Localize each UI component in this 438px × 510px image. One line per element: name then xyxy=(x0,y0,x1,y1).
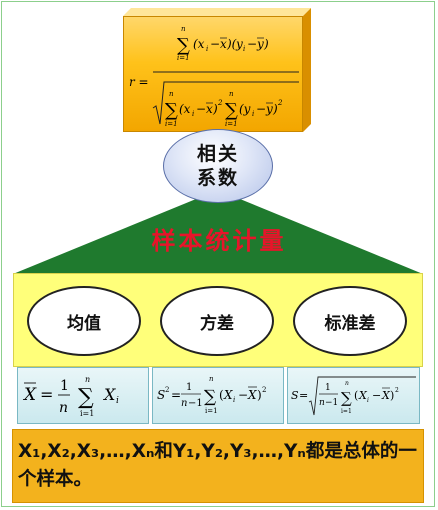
sample-statistics-title: 样本统计量 xyxy=(151,227,287,255)
svg-text:−: − xyxy=(372,389,381,402)
variance-oval: 方差 xyxy=(160,286,274,356)
svg-text:=: = xyxy=(171,388,181,402)
svg-text:(: ( xyxy=(219,388,224,402)
standard-deviation-formula-box: S = 1 n −1 n ∑ i=1 ( X i − X ) 2 xyxy=(287,367,420,424)
svg-text:=: = xyxy=(40,385,53,404)
svg-text:X: X xyxy=(102,385,116,404)
correlation-coefficient-ellipse: 相关系数 xyxy=(163,129,273,203)
svg-text:S: S xyxy=(291,389,299,402)
formula-lhs: r = xyxy=(129,75,149,89)
svg-text:i: i xyxy=(192,110,194,118)
svg-text:(x: (x xyxy=(193,37,205,51)
standard-deviation-formula: S = 1 n −1 n ∑ i=1 ( X i − X ) 2 xyxy=(291,376,416,416)
svg-text:i=1: i=1 xyxy=(225,120,238,128)
svg-text:2: 2 xyxy=(395,387,399,394)
mean-formula-box: X = 1 n n ∑ i=1 X i xyxy=(17,367,149,424)
svg-text:∑: ∑ xyxy=(78,385,94,410)
svg-text:∑: ∑ xyxy=(225,100,238,121)
svg-text:x: x xyxy=(206,102,213,116)
svg-text:X: X xyxy=(247,388,257,402)
svg-text:x: x xyxy=(220,37,227,51)
svg-text:∑: ∑ xyxy=(177,35,190,56)
svg-text:i=1: i=1 xyxy=(341,408,352,415)
correlation-label: 相关系数 xyxy=(196,143,239,189)
svg-text:n: n xyxy=(85,375,90,384)
svg-text:(: ( xyxy=(354,389,358,402)
sample-statement: X₁,X₂,X₃,…,Xₙ和Y₁,Y₂,Y₃,…,Yₙ都是总体的一个样本。 xyxy=(18,441,417,490)
svg-text:−1: −1 xyxy=(188,398,203,409)
mean-formula: X = 1 n n ∑ i=1 X i xyxy=(22,375,119,418)
svg-text:∑: ∑ xyxy=(165,100,178,121)
svg-text:n: n xyxy=(169,90,174,98)
svg-text:i=1: i=1 xyxy=(80,409,94,418)
mean-oval: 均值 xyxy=(27,286,141,356)
svg-text:2: 2 xyxy=(165,386,169,394)
svg-text:−: − xyxy=(238,388,248,402)
variance-formula: S 2 = 1 n −1 n ∑ i=1 ( X i − X ) 2 xyxy=(157,375,266,415)
pearson-formula-box: r = n ∑ i=1 (x i − x )( y i − y ) n ∑ i=… xyxy=(123,8,309,132)
svg-text:(x: (x xyxy=(179,102,191,116)
svg-text:2: 2 xyxy=(277,99,283,107)
sum-lower: i=1 xyxy=(177,54,190,62)
svg-text:∑: ∑ xyxy=(204,387,216,407)
svg-text:): ) xyxy=(257,388,262,402)
svg-text:1: 1 xyxy=(325,383,331,393)
svg-text:1: 1 xyxy=(60,378,69,394)
svg-text:n: n xyxy=(209,375,214,383)
svg-text:n: n xyxy=(181,398,187,409)
svg-text:X: X xyxy=(22,385,37,405)
svg-text:i=1: i=1 xyxy=(205,407,218,415)
svg-text:y: y xyxy=(235,37,243,51)
svg-text:∑: ∑ xyxy=(341,389,352,407)
svg-text:−: − xyxy=(247,37,257,51)
svg-text:−: − xyxy=(196,102,206,116)
svg-text:): ) xyxy=(263,37,269,51)
svg-text:2: 2 xyxy=(262,386,266,394)
svg-text:=: = xyxy=(299,389,308,402)
svg-text:−1: −1 xyxy=(325,398,338,408)
pearson-formula: r = n ∑ i=1 (x i − x )( y i − y ) n ∑ i=… xyxy=(123,16,303,132)
variance-formula-box: S 2 = 1 n −1 n ∑ i=1 ( X i − X ) 2 xyxy=(152,367,284,424)
svg-text:n: n xyxy=(345,380,349,387)
svg-text:i: i xyxy=(233,396,235,404)
svg-text:i: i xyxy=(367,397,369,404)
svg-text:S: S xyxy=(157,388,165,402)
svg-text:n: n xyxy=(59,400,68,416)
svg-text:): ) xyxy=(390,389,394,402)
sum-upper: n xyxy=(181,25,186,33)
svg-text:y: y xyxy=(256,37,264,51)
svg-text:(y: (y xyxy=(239,102,251,116)
standard-deviation-oval: 标准差 xyxy=(293,286,407,356)
svg-text:y: y xyxy=(265,102,273,116)
svg-text:1: 1 xyxy=(186,382,192,393)
svg-text:−: − xyxy=(210,37,220,51)
svg-text:i: i xyxy=(116,396,119,406)
svg-text:2: 2 xyxy=(217,99,223,107)
svg-text:n: n xyxy=(229,90,234,98)
svg-text:X: X xyxy=(223,388,233,402)
svg-text:i=1: i=1 xyxy=(165,120,178,128)
svg-text:i: i xyxy=(243,45,245,53)
svg-text:i: i xyxy=(252,110,254,118)
svg-text:−: − xyxy=(256,102,266,116)
svg-text:i: i xyxy=(206,45,208,53)
